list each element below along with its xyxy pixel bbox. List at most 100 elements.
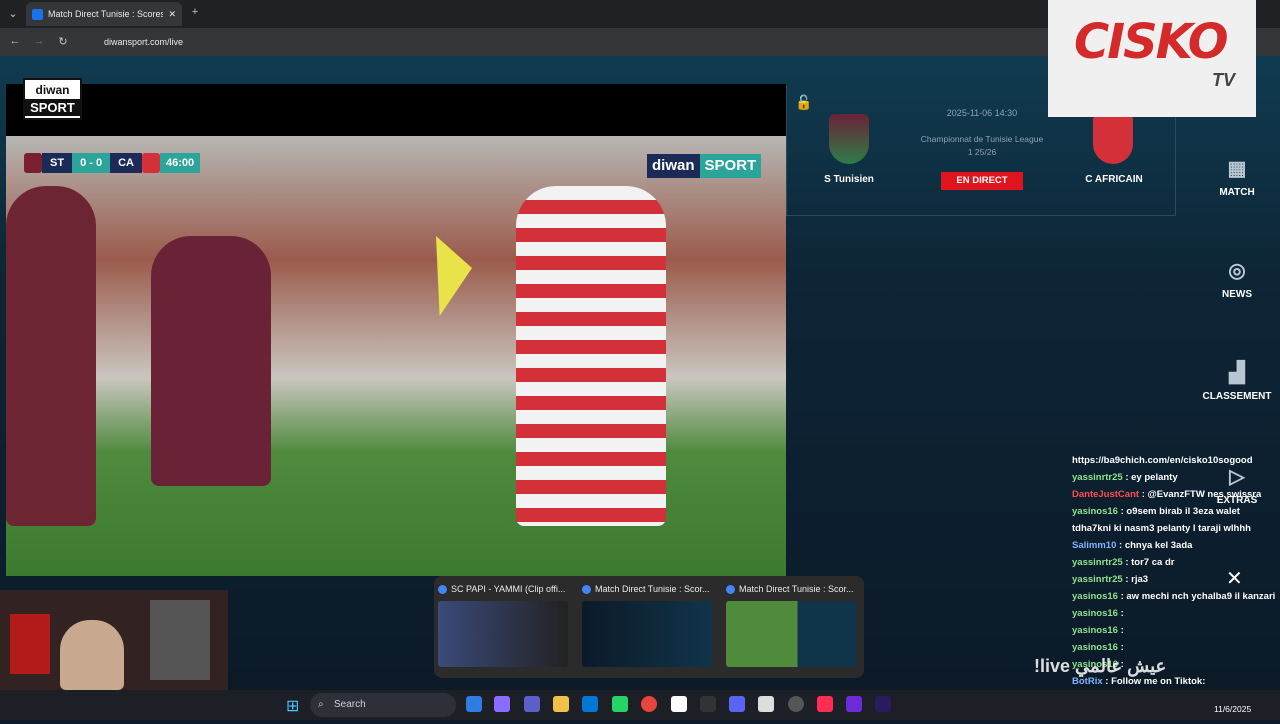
chat-message: yasinos16 : [1072, 639, 1280, 656]
nav-classement[interactable]: ▟ CLASSEMENT [1194, 360, 1280, 402]
taskbar-date: 11/6/2025 [1214, 704, 1252, 714]
corner-flag [436, 236, 472, 316]
scoreboard-overlay: ST 0 - 0 CA 46:00 [24, 152, 201, 174]
back-icon[interactable]: ← [8, 35, 22, 47]
preview-thumbnail [582, 601, 712, 667]
chat-message: yasinos16 : [1072, 622, 1280, 639]
teams-icon[interactable] [524, 696, 540, 712]
window-preview-1[interactable]: SC PAPI - YAMMI (Clip offi... [438, 580, 574, 674]
nav-news[interactable]: ◎ NEWS [1194, 258, 1280, 300]
chat-message: https://ba9chich.com/en/cisko10sogood [1072, 452, 1280, 469]
podium-icon: ▟ [1229, 362, 1245, 384]
match-clock: 46:00 [159, 153, 201, 173]
window-preview-2[interactable]: Match Direct Tunisie : Scor... [582, 580, 718, 674]
chat-username: yasinos16 [1072, 591, 1118, 602]
jersey-poster [10, 614, 50, 674]
app-icon[interactable] [758, 696, 774, 712]
home-abbrev: ST [42, 153, 73, 173]
taskbar-window-previews: SC PAPI - YAMMI (Clip offi... Match Dire… [434, 576, 864, 678]
nav-match[interactable]: ▦ MATCH [1194, 156, 1280, 198]
chat-username: yasinos16 [1072, 642, 1118, 653]
chat-text: : [1120, 625, 1124, 636]
live-command-text: !live عيش عالمي [1034, 656, 1167, 676]
chrome-taskbar-icon[interactable] [641, 696, 657, 712]
windows-taskbar [0, 690, 1280, 720]
taskbar-search[interactable]: ⌕ Search [310, 693, 456, 717]
chat-message: yasinos16 : [1072, 605, 1280, 622]
copilot-icon[interactable] [494, 696, 510, 712]
home-team-badge [829, 114, 869, 164]
lock-icon[interactable]: 🔓 [795, 94, 812, 111]
away-crest-icon [141, 153, 160, 173]
chat-text: : rja3 [1125, 574, 1149, 585]
chat-message: yassinrtr25 : rja3 [1072, 571, 1280, 588]
windows-start-icon[interactable]: ⊞ [286, 696, 299, 716]
chat-message: yasinos16 : o9sem birab il 3eza walet td… [1072, 503, 1280, 537]
chat-text: : aw mechi nch ychalba9 il kanzari [1120, 591, 1276, 602]
new-tab-icon[interactable]: + [188, 6, 202, 18]
score: 0 - 0 [72, 153, 111, 173]
chat-message: yassinrtr25 : tor7 ca dr [1072, 554, 1280, 571]
chat-username: yassinrtr25 [1072, 557, 1123, 568]
file-explorer-icon[interactable] [553, 696, 569, 712]
preview-thumbnail [438, 601, 568, 667]
discord-icon[interactable] [729, 696, 745, 712]
match-datetime: 2025-11-06 14:30 [946, 108, 1018, 118]
chat-text: https://ba9chich.com/en/cisko10sogood [1072, 455, 1253, 466]
tab-list-icon[interactable]: ⌄ [6, 7, 20, 20]
tab-title: Match Direct Tunisie : Scores et [48, 9, 164, 19]
live-status-badge: EN DIRECT [941, 172, 1023, 190]
competition: Championnat de Tunisie League [920, 134, 1044, 144]
tiktok-icon[interactable] [817, 696, 833, 712]
season: 1 25/26 [967, 147, 997, 157]
forward-icon[interactable]: → [32, 35, 46, 47]
player-figure [151, 236, 271, 486]
chat-text: : tor7 ca dr [1125, 557, 1175, 568]
broadcast-watermark: diwan SPORT [647, 154, 762, 178]
chat-message: yasinos16 : aw mechi nch ychalba9 il kan… [1072, 588, 1280, 605]
away-team-name: C AFRICAIN [1085, 174, 1143, 185]
close-icon[interactable]: ✕ [1226, 566, 1243, 591]
chrome-icon [438, 584, 447, 594]
close-tab-icon[interactable]: ✕ [168, 9, 176, 20]
player-figure [516, 186, 666, 526]
obs-icon[interactable] [700, 696, 716, 712]
chat-username: Salimm10 [1072, 540, 1117, 551]
chat-username: DanteJustCant [1072, 489, 1140, 500]
cisko-logo: CISKO [1074, 14, 1229, 70]
edge-icon[interactable] [466, 696, 482, 712]
chrome-icon [726, 584, 735, 594]
home-team-name: S Tunisien [824, 174, 874, 185]
chat-username: BotRix [1072, 676, 1103, 687]
chat-username: yasinos16 [1072, 625, 1118, 636]
outlook-icon[interactable] [582, 696, 598, 712]
cisko-tv-mark: TV [1212, 70, 1236, 90]
chat-text: : [1120, 642, 1124, 653]
capcut-icon[interactable] [671, 696, 687, 712]
nzxt-icon[interactable] [846, 696, 862, 712]
app-icon[interactable] [788, 696, 804, 712]
premiere-icon[interactable] [875, 696, 891, 712]
chat-message: yassinrtr25 : ey pelanty [1072, 469, 1280, 486]
chat-message: DanteJustCant : @EvanzFTW nes swissra [1072, 486, 1280, 503]
chat-username: yassinrtr25 [1072, 472, 1123, 483]
video-frame [6, 136, 786, 576]
chat-username: yassinrtr25 [1072, 574, 1123, 585]
chrome-icon [582, 584, 591, 594]
poster [150, 600, 210, 680]
browser-tab[interactable]: Match Direct Tunisie : Scores et ✕ [26, 2, 182, 26]
home-crest-icon [24, 153, 42, 173]
window-preview-3[interactable]: Match Direct Tunisie : Scor... [726, 580, 862, 674]
chat-overlay: https://ba9chich.com/en/cisko10sogood yas… [1072, 452, 1280, 724]
chat-message: Salimm10 : chnya kel 3ada [1072, 537, 1280, 554]
chat-text: : ey pelanty [1125, 472, 1178, 483]
chat-text: : @EvanzFTW nes swissra [1141, 489, 1262, 500]
globe-icon: ◎ [1228, 260, 1246, 282]
away-team-badge [1093, 114, 1133, 164]
whatsapp-icon[interactable] [612, 696, 628, 712]
reload-icon[interactable]: ↻ [56, 35, 70, 48]
chat-username: yasinos16 [1072, 608, 1118, 619]
player-figure [6, 186, 96, 526]
preview-thumbnail [726, 601, 856, 667]
url-field[interactable]: diwansport.com/live [80, 33, 600, 51]
